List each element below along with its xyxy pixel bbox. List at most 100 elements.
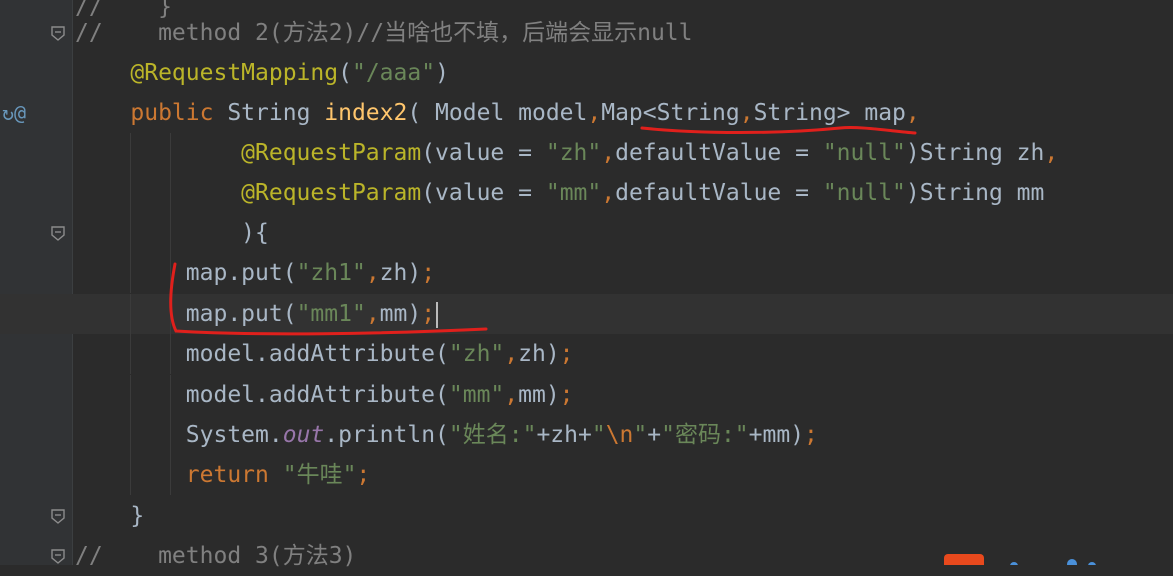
code-token: ( bbox=[338, 60, 352, 86]
code-token: \n bbox=[605, 422, 634, 448]
fold-marker-icon[interactable] bbox=[50, 225, 66, 241]
code-line[interactable]: @RequestParam(value = "mm",defaultValue … bbox=[0, 173, 1173, 213]
code-line[interactable]: ){ bbox=[0, 213, 1173, 253]
code-token: map.put( bbox=[75, 301, 297, 327]
code-token: @RequestMapping bbox=[130, 60, 339, 86]
code-text: // method 3(方法3) bbox=[75, 536, 356, 576]
code-token: = bbox=[781, 180, 823, 206]
code-token: ; bbox=[421, 301, 436, 327]
code-token: "牛哇" bbox=[282, 462, 357, 488]
code-token: index2 bbox=[324, 100, 408, 126]
code-token: mm) bbox=[379, 301, 422, 327]
code-token: ){ bbox=[75, 220, 269, 246]
fold-marker-icon[interactable] bbox=[50, 548, 66, 564]
code-token: , bbox=[601, 140, 616, 166]
code-token: , bbox=[504, 341, 519, 367]
code-token: )String mm bbox=[905, 180, 1045, 206]
code-token: String> map bbox=[753, 100, 906, 126]
code-token: , bbox=[365, 301, 380, 327]
code-text: model.addAttribute("mm",mm); bbox=[75, 375, 574, 415]
code-text: public String index2( Model model,Map<St… bbox=[75, 93, 920, 133]
code-token: "zh" bbox=[448, 341, 505, 367]
code-line[interactable]: model.addAttribute("mm",mm); bbox=[0, 375, 1173, 415]
code-token: , bbox=[1044, 140, 1059, 166]
code-token: "密码:" bbox=[661, 422, 749, 448]
code-text: System.out.println("姓名:"+zh+"\n"+"密码:"+m… bbox=[75, 415, 818, 455]
code-text: // method 2(方法2)//当啥也不填，后端会显示null bbox=[75, 13, 693, 53]
code-token: @RequestParam bbox=[241, 140, 422, 166]
code-token: "null" bbox=[822, 180, 906, 206]
code-token: defaultValue bbox=[615, 140, 782, 166]
code-line[interactable]: model.addAttribute("zh",zh); bbox=[0, 334, 1173, 374]
code-token: , bbox=[365, 260, 380, 286]
code-text: } bbox=[75, 496, 144, 536]
code-line[interactable]: } bbox=[0, 496, 1173, 536]
code-line[interactable]: ↻@ public String index2( Model model,Map… bbox=[0, 93, 1173, 133]
code-token: , bbox=[601, 180, 616, 206]
code-token: ( Model model bbox=[407, 100, 588, 126]
code-line[interactable]: @RequestParam(value = "zh",defaultValue … bbox=[0, 133, 1173, 173]
code-line[interactable]: // method 2(方法2)//当啥也不填，后端会显示null bbox=[0, 13, 1173, 53]
code-text: @RequestMapping("/aaa") bbox=[75, 53, 449, 93]
code-token: ; bbox=[559, 341, 574, 367]
code-text: return "牛哇"; bbox=[75, 455, 371, 495]
override-marker-icon[interactable]: ↻@ bbox=[2, 93, 42, 133]
code-token: // method 3(方法3) bbox=[75, 543, 357, 569]
code-line[interactable]: return "牛哇"; bbox=[0, 455, 1173, 495]
code-token: )String zh bbox=[905, 140, 1045, 166]
code-token: public bbox=[130, 100, 228, 126]
code-token: zh) bbox=[518, 341, 560, 367]
code-text: @RequestParam(value = "mm",defaultValue … bbox=[75, 173, 1044, 213]
code-token: ; bbox=[421, 260, 436, 286]
code-token: ( bbox=[421, 140, 436, 166]
code-text: @RequestParam(value = "zh",defaultValue … bbox=[75, 133, 1058, 173]
code-token: model.addAttribute( bbox=[75, 382, 449, 408]
code-text: map.put("mm1",mm); bbox=[75, 294, 439, 334]
code-token: mm) bbox=[518, 382, 560, 408]
code-line[interactable]: // method 3(方法3) bbox=[0, 536, 1173, 576]
code-token: @RequestParam bbox=[241, 180, 422, 206]
fold-marker-icon[interactable] bbox=[50, 25, 66, 41]
code-token: } bbox=[75, 503, 145, 529]
code-token: , bbox=[587, 100, 602, 126]
code-token: , bbox=[504, 382, 519, 408]
code-token: return bbox=[185, 462, 283, 488]
code-token: map.put( bbox=[75, 260, 297, 286]
code-token: value bbox=[435, 140, 505, 166]
code-token: ) bbox=[435, 60, 449, 86]
code-token: = bbox=[781, 140, 823, 166]
fold-marker-icon[interactable] bbox=[50, 508, 66, 524]
code-token: ; bbox=[559, 382, 574, 408]
code-token: +zh+ bbox=[536, 422, 592, 448]
code-line[interactable]: System.out.println("姓名:"+zh+"\n"+"密码:"+m… bbox=[0, 415, 1173, 455]
code-token: +mm) bbox=[748, 422, 805, 448]
code-token: = bbox=[504, 180, 546, 206]
code-token: defaultValue bbox=[615, 180, 782, 206]
code-token: , bbox=[905, 100, 920, 126]
text-caret bbox=[436, 301, 439, 328]
code-token: String bbox=[227, 100, 325, 126]
code-token: zh) bbox=[379, 260, 422, 286]
code-token: ( bbox=[421, 180, 436, 206]
code-token: ; bbox=[356, 462, 371, 488]
code-line[interactable]: map.put("zh1",zh); bbox=[0, 253, 1173, 293]
code-token: // method 2(方法2)//当啥也不填，后端会显示null bbox=[75, 20, 693, 46]
code-text: map.put("zh1",zh); bbox=[75, 253, 435, 293]
code-text: ){ bbox=[75, 213, 269, 253]
code-token: "mm1" bbox=[296, 301, 366, 327]
code-token: out bbox=[282, 422, 325, 448]
code-token: "null" bbox=[822, 140, 906, 166]
code-token: , bbox=[739, 100, 754, 126]
code-token: Map<String bbox=[601, 100, 740, 126]
code-token: "zh" bbox=[545, 140, 602, 166]
code-text: model.addAttribute("zh",zh); bbox=[75, 334, 574, 374]
code-line[interactable]: map.put("mm1",mm); bbox=[0, 294, 1173, 334]
code-token: "mm" bbox=[448, 382, 505, 408]
code-line[interactable]: @RequestMapping("/aaa") bbox=[0, 53, 1173, 93]
code-token: " bbox=[591, 422, 606, 448]
